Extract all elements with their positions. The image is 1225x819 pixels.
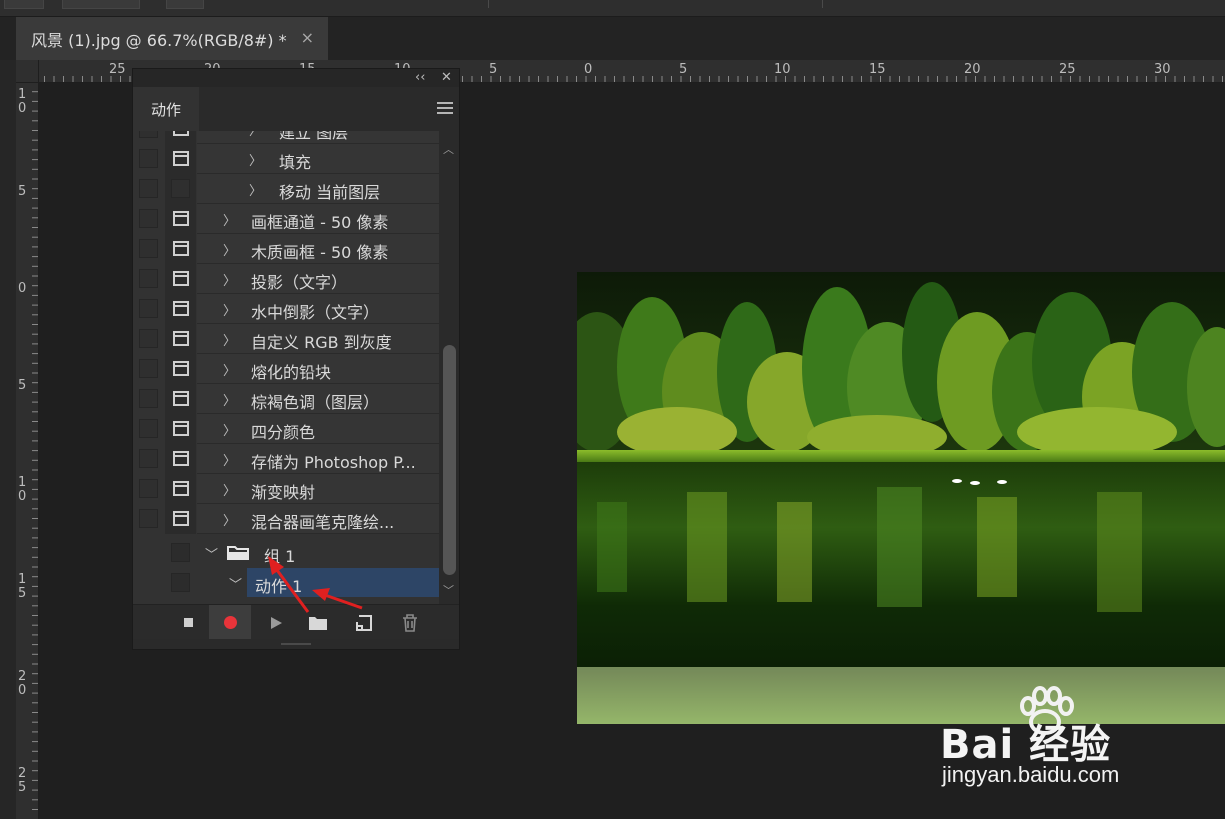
watermark-url: jingyan.baidu.com <box>942 762 1120 787</box>
red-arrow-icon <box>312 588 363 610</box>
red-arrow-icon <box>268 556 310 613</box>
baidu-watermark: Bai 经验 jingyan.baidu.com <box>940 686 1170 796</box>
